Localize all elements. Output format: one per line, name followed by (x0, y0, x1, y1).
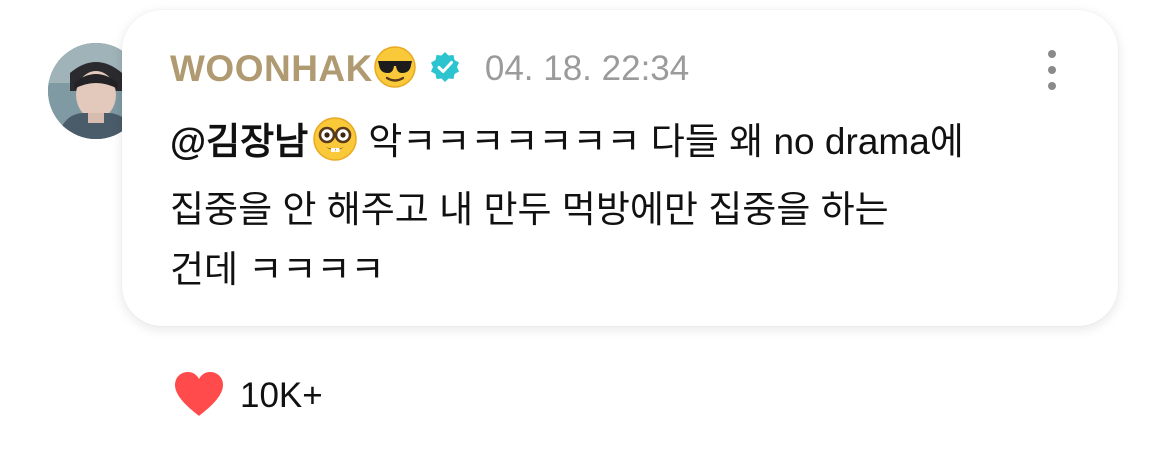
mention-link[interactable]: @김장남 (170, 121, 308, 162)
comment-screen: WOONHAK 04. 18. 22:34 @김장남 악ㅋㅋㅋㅋㅋㅋㅋ 다들 왜… (0, 0, 1170, 460)
message-line-1: @김장남 악ㅋㅋㅋㅋㅋㅋㅋ 다들 왜 no drama에 (170, 112, 1090, 180)
more-options-icon[interactable] (1046, 50, 1058, 90)
heart-icon[interactable] (172, 370, 226, 423)
reactions-bar: 10K+ (172, 370, 323, 422)
comment-header: WOONHAK 04. 18. 22:34 (170, 45, 690, 94)
timestamp: 04. 18. 22:34 (484, 49, 690, 88)
verified-badge-icon (429, 51, 461, 88)
comment-bubble: WOONHAK 04. 18. 22:34 @김장남 악ㅋㅋㅋㅋㅋㅋㅋ 다들 왜… (122, 10, 1118, 326)
author-name[interactable]: WOONHAK (170, 48, 373, 90)
comment-text: @김장남 악ㅋㅋㅋㅋㅋㅋㅋ 다들 왜 no drama에 집중을 안 해주고 내… (170, 112, 1090, 300)
message-line-2: 집중을 안 해주고 내 만두 먹방에만 집중을 하는 (170, 189, 889, 230)
message-line-3: 건데 ㅋㅋㅋㅋ (170, 249, 385, 290)
message-text-line-1: 악ㅋㅋㅋㅋㅋㅋㅋ 다들 왜 no drama에 (368, 121, 964, 162)
nerd-face-emoji-icon (312, 116, 358, 180)
sunglasses-emoji-icon (373, 45, 417, 94)
like-count: 10K+ (240, 376, 323, 415)
